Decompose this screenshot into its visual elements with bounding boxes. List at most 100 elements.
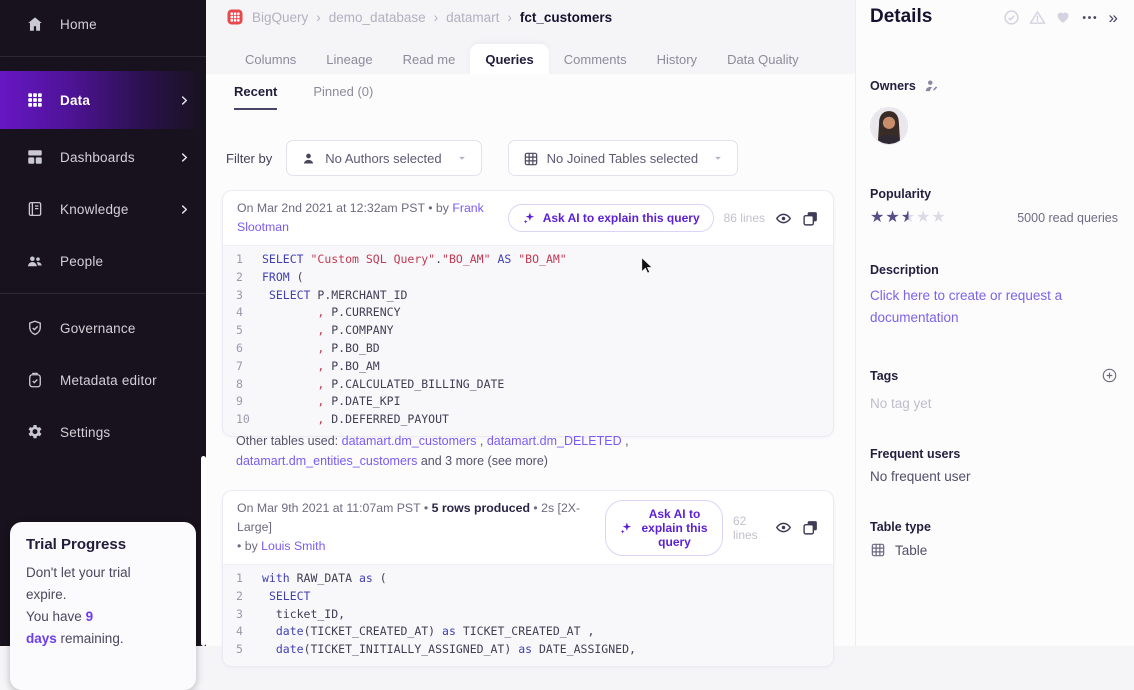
by-label: by <box>245 539 258 553</box>
code-line: 10 , D.DEFERRED_PAYOUT <box>223 411 833 429</box>
subtab-pinned-0-[interactable]: Pinned (0) <box>313 84 373 110</box>
trial-progress-title: Trial Progress <box>26 536 180 553</box>
trial-progress-card[interactable]: Trial Progress Don't let your trial expi… <box>10 522 196 690</box>
person-icon <box>301 151 316 166</box>
tab-data-quality[interactable]: Data Quality <box>712 44 814 77</box>
line-number: 6 <box>223 340 262 358</box>
code-text: ticket_ID, <box>262 606 345 624</box>
tab-columns[interactable]: Columns <box>230 44 311 77</box>
sidebar-item-label: People <box>60 254 103 269</box>
copy-icon[interactable] <box>802 210 819 227</box>
sidebar-nav: Home Data Dashboards Knowledge People Governa… <box>0 2 206 454</box>
popularity-section-label: Popularity <box>870 187 1118 201</box>
joined-tables-filter-dropdown[interactable]: No Joined Tables selected <box>508 140 739 176</box>
popularity-row: ★★★★★ 5000 read queries <box>870 209 1118 227</box>
line-number: 3 <box>223 287 262 305</box>
code-text: , P.BO_AM <box>262 358 380 376</box>
see-more-link[interactable]: (see more) <box>488 454 548 468</box>
line-number: 1 <box>223 570 262 588</box>
sidebar-item-governance[interactable]: Governance <box>0 306 206 350</box>
eye-icon[interactable] <box>775 210 792 227</box>
other-tables-text: , <box>476 434 486 448</box>
collapse-panel-icon[interactable]: » <box>1109 9 1118 26</box>
edit-owners-icon[interactable] <box>924 78 939 93</box>
meta-separator: • <box>424 501 428 515</box>
other-tables-text: , <box>622 434 629 448</box>
code-line: 3 SELECT P.MERCHANT_ID <box>223 287 833 305</box>
sidebar-item-settings[interactable]: Settings <box>0 410 206 454</box>
ask-ai-button[interactable]: Ask AI to explain this query <box>605 500 723 556</box>
more-options-icon[interactable] <box>1081 9 1098 26</box>
code-line: 1SELECT "Custom SQL Query"."BO_AM" AS "B… <box>223 251 833 269</box>
line-number: 10 <box>223 411 262 429</box>
line-number: 7 <box>223 358 262 376</box>
tab-queries[interactable]: Queries <box>470 44 548 77</box>
code-text: , D.DEFERRED_PAYOUT <box>262 411 449 429</box>
details-header: Details » <box>870 6 1118 28</box>
sidebar-item-dashboards[interactable]: Dashboards <box>0 135 206 179</box>
filter-by-label: Filter by <box>226 151 272 166</box>
create-documentation-link[interactable]: Click here to create or request a docume… <box>870 285 1100 329</box>
sidebar-item-metadata-editor[interactable]: Metadata editor <box>0 358 206 402</box>
star-icon: ★ <box>901 209 916 226</box>
warning-triangle-icon[interactable] <box>1029 9 1046 26</box>
tab-comments[interactable]: Comments <box>549 44 642 77</box>
table-type-value: Table <box>895 543 927 558</box>
check-circle-icon[interactable] <box>1003 9 1020 26</box>
eye-icon[interactable] <box>775 519 792 536</box>
add-tag-icon[interactable] <box>1101 367 1118 384</box>
tab-read-me[interactable]: Read me <box>388 44 471 77</box>
sidebar-divider <box>0 56 206 57</box>
chevron-right-icon <box>179 95 190 106</box>
tab-history[interactable]: History <box>642 44 712 77</box>
code-text: with RAW_DATA as ( <box>262 570 387 588</box>
joined-tables-filter-value: No Joined Tables selected <box>547 151 699 166</box>
sql-code-block: 1SELECT "Custom SQL Query"."BO_AM" AS "B… <box>223 246 833 436</box>
sidebar-item-data[interactable]: Data <box>0 71 206 129</box>
trial-progress-text: Don't let your trial expire. You have 9 … <box>26 562 180 650</box>
governance-icon <box>26 319 44 337</box>
sidebar-item-people[interactable]: People <box>0 239 206 283</box>
heart-icon[interactable] <box>1055 9 1072 26</box>
related-table-link[interactable]: datamart.dm_entities_customers <box>236 454 417 468</box>
copy-icon[interactable] <box>802 519 819 536</box>
sidebar-scrollbar[interactable] <box>201 456 206 646</box>
chevron-down-icon <box>711 151 725 165</box>
star-icon: ★ <box>870 209 885 226</box>
breadcrumb-root[interactable]: BigQuery <box>252 10 308 25</box>
code-text: FROM ( <box>262 269 304 287</box>
related-table-link[interactable]: datamart.dm_customers <box>342 434 477 448</box>
frequent-users-empty-state: No frequent user <box>870 469 1118 484</box>
sidebar-item-label: Data <box>60 93 90 108</box>
subtab-recent[interactable]: Recent <box>234 84 277 110</box>
filter-row: Filter by No Authors selected No Joined … <box>226 140 750 176</box>
code-text: date(TICKET_CREATED_AT) as TICKET_CREATE… <box>262 623 594 641</box>
sidebar-item-label: Dashboards <box>60 150 135 165</box>
trial-days-word: days <box>26 631 57 646</box>
trial-line1b: expire. <box>26 587 67 602</box>
code-text: , P.COMPANY <box>262 322 394 340</box>
authors-filter-dropdown[interactable]: No Authors selected <box>286 140 481 176</box>
table-grid-icon <box>870 542 886 558</box>
dashboards-icon <box>26 148 44 166</box>
sidebar-item-knowledge[interactable]: Knowledge <box>0 187 206 231</box>
table-type-section-label: Table type <box>870 520 1118 534</box>
sidebar-divider <box>0 293 206 294</box>
sidebar-item-home[interactable]: Home <box>0 2 206 46</box>
breadcrumb: BigQuery › demo_database › datamart › fc… <box>226 8 612 26</box>
line-number: 3 <box>223 606 262 624</box>
breadcrumb-schema[interactable]: datamart <box>446 10 499 25</box>
trial-days-left-number: 9 <box>86 609 94 624</box>
tab-lineage[interactable]: Lineage <box>311 44 387 77</box>
subtab-bar: Recent Pinned (0) <box>234 84 373 110</box>
table-grid-icon <box>523 151 538 166</box>
owner-avatar[interactable] <box>870 107 908 145</box>
frequent-users-section-label: Frequent users <box>870 447 1118 461</box>
lines-count: 86 lines <box>724 211 765 225</box>
line-number: 2 <box>223 588 262 606</box>
breadcrumb-database[interactable]: demo_database <box>329 10 426 25</box>
ask-ai-button[interactable]: Ask AI to explain this query <box>508 204 714 232</box>
query-author-link[interactable]: Louis Smith <box>261 539 325 553</box>
authors-filter-value: No Authors selected <box>325 151 441 166</box>
related-table-link[interactable]: datamart.dm_DELETED <box>487 434 622 448</box>
